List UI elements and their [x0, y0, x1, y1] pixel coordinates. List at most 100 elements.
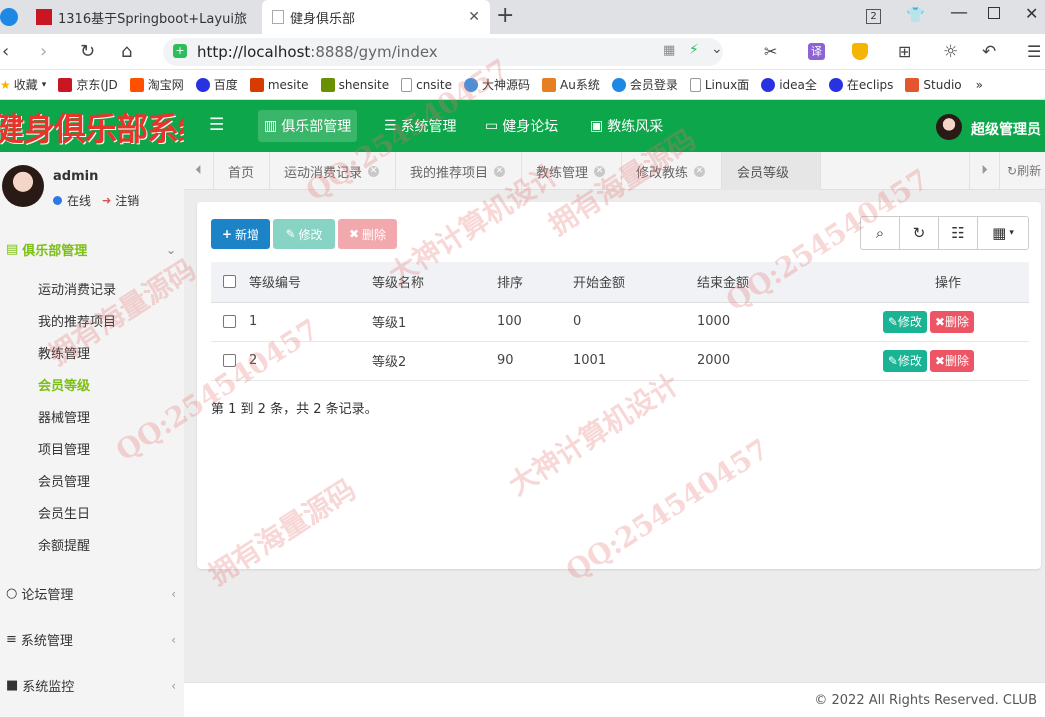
close-icon[interactable]: ✕	[594, 165, 606, 177]
add-button[interactable]: + 新增	[211, 219, 270, 249]
translate-icon[interactable]: 译	[808, 43, 825, 60]
sidebar-item-coaches[interactable]: 教练管理	[38, 343, 90, 362]
nav-club-management[interactable]: ▥ 俱乐部管理	[258, 110, 358, 142]
close-icon[interactable]: ✕	[694, 165, 706, 177]
row-checkbox[interactable]	[223, 354, 236, 367]
row-select-cell[interactable]	[211, 341, 249, 381]
column-header[interactable]: 开始金额	[573, 262, 697, 303]
bookmark-item[interactable]: 京东(JD	[58, 76, 118, 93]
refresh-button[interactable]: ↻	[899, 216, 939, 250]
sidebar-group-system[interactable]: ≡ 系统管理 ‹	[6, 630, 176, 649]
more-bookmarks-icon[interactable]: »	[976, 78, 983, 92]
sidebar-group-forum[interactable]: ○ 论坛管理 ‹	[6, 584, 176, 603]
home-icon[interactable]: ⌂	[121, 42, 132, 62]
new-tab-button[interactable]: +	[496, 3, 514, 28]
tab-coaches[interactable]: 教练管理 ✕	[522, 152, 622, 190]
shirt-icon[interactable]: 👕	[906, 6, 925, 24]
bookmark-item[interactable]: mesite	[249, 77, 309, 92]
qr-icon[interactable]: ▦	[663, 43, 675, 58]
bookmark-item[interactable]: 会员登录	[611, 76, 678, 93]
browser-tab-title: 健身俱乐部	[290, 11, 356, 27]
window-count-badge[interactable]: 2	[866, 9, 881, 24]
row-delete-button[interactable]: ✖删除	[929, 310, 974, 333]
column-header[interactable]: 等级编号	[249, 262, 372, 303]
apps-icon[interactable]: ⊞	[898, 42, 911, 62]
row-checkbox[interactable]	[223, 315, 236, 328]
edit-button[interactable]: ✎ 修改	[273, 219, 335, 249]
sidebar-group-club[interactable]: ▤ 俱乐部管理 ⌄	[6, 240, 176, 259]
bookmark-item[interactable]: ★ 收藏 ▾	[0, 76, 46, 93]
browser-menu-icon[interactable]	[0, 8, 18, 26]
sidebar-item-exercise-records[interactable]: 运动消费记录	[38, 279, 116, 298]
tabs-scroll-right-icon[interactable]: ⏵	[969, 152, 999, 190]
sidebar-toggle-icon[interactable]: ☰	[209, 115, 224, 135]
sidebar-item-projects[interactable]: 项目管理	[38, 439, 90, 458]
bookmark-item[interactable]: 大神源码	[463, 76, 530, 93]
table-row[interactable]: 1 等级1 100 0 1000 ✎修改 ✖删除	[211, 302, 1029, 342]
search-button[interactable]: ⌕	[860, 216, 900, 250]
tab-recommended[interactable]: 我的推荐项目 ✕	[396, 152, 522, 190]
close-window-icon[interactable]: ✕	[1025, 4, 1038, 23]
nav-coach-showcase[interactable]: ▣ 教练风采	[584, 110, 669, 142]
forward-icon[interactable]: ›	[40, 42, 47, 62]
minimize-icon[interactable]: —	[950, 2, 968, 23]
bookmark-item[interactable]: 淘宝网	[129, 76, 184, 93]
bookmark-item[interactable]: 在eclips	[828, 76, 893, 93]
tabs-scroll-left-icon[interactable]: ⏴	[184, 152, 214, 190]
sidebar-group-monitor[interactable]: ■ 系统监控 ‹	[6, 676, 176, 695]
bookmark-item[interactable]: cnsite	[401, 77, 452, 92]
select-all-cell[interactable]	[211, 262, 249, 303]
scissors-icon[interactable]: ✂	[764, 42, 777, 62]
tab-edit-coach[interactable]: 修改教练 ✕	[622, 152, 722, 190]
row-edit-button[interactable]: ✎修改	[882, 310, 927, 333]
back-icon[interactable]: ‹	[2, 42, 9, 62]
url-field[interactable]: + http://localhost:8888/gym/index ▦ ⚡ ⌄	[163, 38, 723, 66]
close-icon[interactable]: ✕	[368, 165, 380, 177]
sidebar-item-balance-alert[interactable]: 余额提醒	[38, 535, 90, 554]
row-edit-button[interactable]: ✎修改	[882, 349, 927, 372]
logout-link[interactable]: ➜ 注销	[102, 192, 139, 209]
nav-fitness-forum[interactable]: ▭ 健身论坛	[479, 110, 564, 142]
undo-icon[interactable]: ↶	[982, 42, 996, 62]
bookmark-item[interactable]: 百度	[195, 76, 238, 93]
browser-tab[interactable]: 1316基于Springboot+Layui旅	[30, 0, 260, 34]
menu-icon[interactable]: ☰	[1027, 42, 1041, 62]
sidebar-item-recommended[interactable]: 我的推荐项目	[38, 311, 116, 330]
close-icon[interactable]: ✕	[494, 165, 506, 177]
column-header[interactable]: 等级名称	[372, 262, 497, 303]
maximize-icon[interactable]	[988, 7, 1000, 19]
browser-tab-active[interactable]: 健身俱乐部 ✕	[262, 0, 490, 34]
tab-home[interactable]: 首页	[214, 152, 270, 190]
bookmark-item[interactable]: Linux面	[689, 76, 749, 93]
brightness-icon[interactable]: ☼	[943, 42, 958, 62]
sidebar-item-members[interactable]: 会员管理	[38, 471, 90, 490]
sidebar-item-member-levels[interactable]: 会员等级	[38, 375, 90, 394]
row-delete-button[interactable]: ✖删除	[929, 349, 974, 372]
column-header[interactable]: 排序	[497, 262, 573, 303]
close-tab-icon[interactable]: ✕	[468, 9, 480, 25]
tab-member-levels[interactable]: 会员等级	[722, 152, 821, 190]
bookmark-label: idea全	[779, 78, 817, 92]
delete-button[interactable]: ✖ 删除	[338, 219, 397, 249]
header-avatar[interactable]	[936, 114, 962, 140]
bolt-icon[interactable]: ⚡	[689, 42, 699, 58]
toggle-view-button[interactable]: ☷	[938, 216, 978, 250]
column-header[interactable]: 结束金额	[697, 262, 867, 303]
tab-exercise-records[interactable]: 运动消费记录 ✕	[270, 152, 396, 190]
sidebar-item-equipment[interactable]: 器械管理	[38, 407, 90, 426]
bookmark-item[interactable]: idea全	[761, 76, 817, 93]
reload-icon[interactable]: ↻	[80, 42, 95, 62]
header-username[interactable]: 超级管理员	[971, 119, 1041, 139]
tabs-refresh-button[interactable]: ↻刷新	[999, 152, 1045, 190]
bookmark-item[interactable]: shensite	[320, 77, 389, 92]
row-select-cell[interactable]	[211, 302, 249, 342]
table-row[interactable]: 2 等级2 90 1001 2000 ✎修改 ✖删除	[211, 341, 1029, 381]
shield-icon[interactable]	[852, 43, 868, 60]
sidebar-item-birthdays[interactable]: 会员生日	[38, 503, 90, 522]
columns-button[interactable]: ▦ ▾	[977, 216, 1029, 250]
nav-system-management[interactable]: ☰ 系统管理	[378, 110, 463, 142]
chevron-down-icon[interactable]: ⌄	[711, 41, 723, 57]
select-all-checkbox[interactable]	[223, 275, 236, 289]
bookmark-item[interactable]: Studio	[905, 77, 962, 92]
bookmark-item[interactable]: Au系统	[542, 76, 600, 93]
